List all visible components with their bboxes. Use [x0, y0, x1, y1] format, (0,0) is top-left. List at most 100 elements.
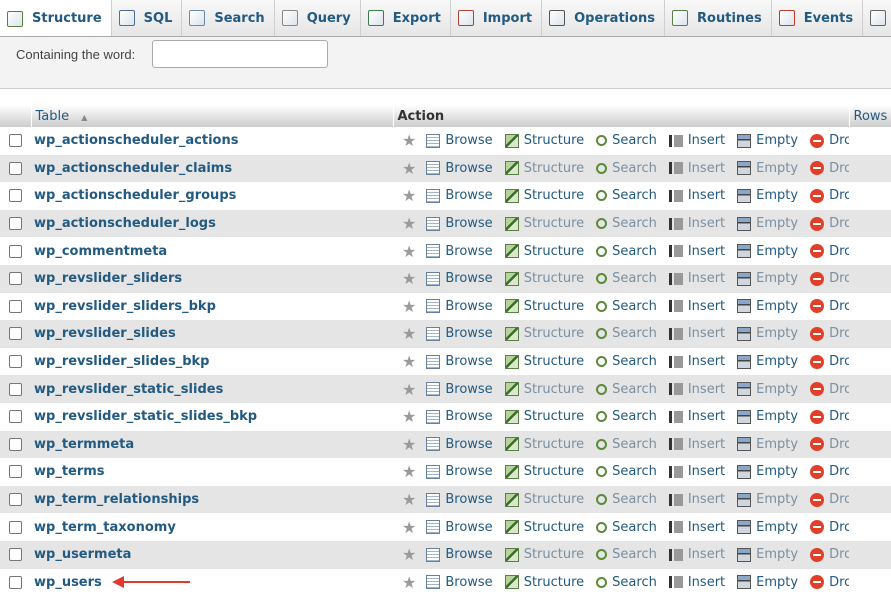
action-structure[interactable]: Structure [505, 492, 584, 507]
action-structure[interactable]: Structure [505, 354, 584, 369]
favorite-star-icon[interactable]: ★ [402, 407, 416, 426]
tab-search[interactable]: Search [182, 0, 274, 36]
action-drop[interactable]: Drop [810, 299, 849, 314]
action-drop[interactable]: Drop [810, 547, 849, 562]
action-structure[interactable]: Structure [505, 133, 584, 148]
action-structure[interactable]: Structure [505, 464, 584, 479]
favorite-star-icon[interactable]: ★ [402, 490, 416, 509]
row-checkbox[interactable] [9, 134, 22, 147]
table-name-link[interactable]: wp_commentmeta [31, 237, 393, 265]
action-search[interactable]: Search [596, 520, 657, 535]
action-empty[interactable]: Empty [737, 188, 798, 203]
action-empty[interactable]: Empty [737, 382, 798, 397]
favorite-star-icon[interactable]: ★ [402, 131, 416, 150]
action-empty[interactable]: Empty [737, 547, 798, 562]
action-browse[interactable]: Browse [426, 437, 492, 452]
row-checkbox[interactable] [9, 245, 22, 258]
action-insert[interactable]: Insert [669, 299, 725, 314]
tab-export[interactable]: Export [361, 0, 451, 36]
action-structure[interactable]: Structure [505, 575, 584, 590]
action-structure[interactable]: Structure [505, 161, 584, 176]
action-drop[interactable]: Drop [810, 354, 849, 369]
favorite-star-icon[interactable]: ★ [402, 186, 416, 205]
table-name-link[interactable]: wp_revslider_static_slides [31, 375, 393, 403]
table-name-link[interactable]: wp_termmeta [31, 431, 393, 459]
action-drop[interactable]: Drop [810, 326, 849, 341]
action-structure[interactable]: Structure [505, 520, 584, 535]
action-browse[interactable]: Browse [426, 547, 492, 562]
action-search[interactable]: Search [596, 437, 657, 452]
action-browse[interactable]: Browse [426, 299, 492, 314]
row-checkbox[interactable] [9, 438, 22, 451]
row-checkbox[interactable] [9, 327, 22, 340]
tab-events[interactable]: Events [772, 0, 863, 36]
action-search[interactable]: Search [596, 271, 657, 286]
action-insert[interactable]: Insert [669, 437, 725, 452]
table-name-link[interactable]: wp_term_taxonomy [31, 513, 393, 541]
row-checkbox[interactable] [9, 548, 22, 561]
action-browse[interactable]: Browse [426, 382, 492, 397]
action-insert[interactable]: Insert [669, 382, 725, 397]
action-empty[interactable]: Empty [737, 271, 798, 286]
action-empty[interactable]: Empty [737, 326, 798, 341]
favorite-star-icon[interactable]: ★ [402, 214, 416, 233]
action-browse[interactable]: Browse [426, 161, 492, 176]
row-checkbox[interactable] [9, 410, 22, 423]
action-empty[interactable]: Empty [737, 464, 798, 479]
action-search[interactable]: Search [596, 575, 657, 590]
action-drop[interactable]: Drop [810, 188, 849, 203]
favorite-star-icon[interactable]: ★ [402, 462, 416, 481]
action-drop[interactable]: Drop [810, 492, 849, 507]
action-drop[interactable]: Drop [810, 133, 849, 148]
action-browse[interactable]: Browse [426, 520, 492, 535]
action-structure[interactable]: Structure [505, 437, 584, 452]
action-drop[interactable]: Drop [810, 520, 849, 535]
action-browse[interactable]: Browse [426, 464, 492, 479]
action-search[interactable]: Search [596, 382, 657, 397]
action-browse[interactable]: Browse [426, 244, 492, 259]
row-checkbox[interactable] [9, 465, 22, 478]
action-empty[interactable]: Empty [737, 520, 798, 535]
action-structure[interactable]: Structure [505, 382, 584, 397]
action-insert[interactable]: Insert [669, 409, 725, 424]
action-empty[interactable]: Empty [737, 161, 798, 176]
action-empty[interactable]: Empty [737, 492, 798, 507]
action-browse[interactable]: Browse [426, 575, 492, 590]
action-empty[interactable]: Empty [737, 575, 798, 590]
action-structure[interactable]: Structure [505, 409, 584, 424]
action-browse[interactable]: Browse [426, 354, 492, 369]
action-browse[interactable]: Browse [426, 271, 492, 286]
favorite-star-icon[interactable]: ★ [402, 269, 416, 288]
tab-sql[interactable]: SQL [112, 0, 183, 36]
action-search[interactable]: Search [596, 464, 657, 479]
tab-operations[interactable]: Operations [542, 0, 665, 36]
action-structure[interactable]: Structure [505, 326, 584, 341]
row-checkbox[interactable] [9, 355, 22, 368]
favorite-star-icon[interactable]: ★ [402, 435, 416, 454]
table-name-link[interactable]: wp_actionscheduler_logs [31, 210, 393, 238]
action-drop[interactable]: Drop [810, 437, 849, 452]
table-name-link[interactable]: wp_actionscheduler_claims [31, 155, 393, 183]
favorite-star-icon[interactable]: ★ [402, 159, 416, 178]
table-name-link[interactable]: wp_revslider_slides [31, 320, 393, 348]
action-insert[interactable]: Insert [669, 492, 725, 507]
filter-input[interactable] [152, 40, 328, 68]
action-search[interactable]: Search [596, 409, 657, 424]
action-search[interactable]: Search [596, 244, 657, 259]
action-empty[interactable]: Empty [737, 216, 798, 231]
row-checkbox[interactable] [9, 383, 22, 396]
favorite-star-icon[interactable]: ★ [402, 518, 416, 537]
action-search[interactable]: Search [596, 161, 657, 176]
favorite-star-icon[interactable]: ★ [402, 242, 416, 261]
tab-structure[interactable]: Structure [0, 0, 112, 37]
action-insert[interactable]: Insert [669, 520, 725, 535]
action-structure[interactable]: Structure [505, 299, 584, 314]
action-search[interactable]: Search [596, 133, 657, 148]
table-name-link[interactable]: wp_revslider_sliders_bkp [31, 293, 393, 321]
table-name-link[interactable]: wp_actionscheduler_groups [31, 182, 393, 210]
action-empty[interactable]: Empty [737, 409, 798, 424]
action-insert[interactable]: Insert [669, 326, 725, 341]
action-search[interactable]: Search [596, 547, 657, 562]
row-checkbox[interactable] [9, 217, 22, 230]
table-name-link[interactable]: wp_users [31, 569, 393, 596]
